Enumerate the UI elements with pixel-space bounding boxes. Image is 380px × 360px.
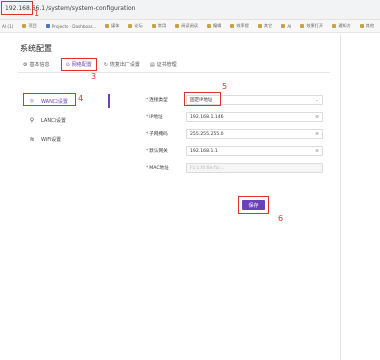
- bookmark-item[interactable]: 媒体: [105, 23, 119, 29]
- folder-icon: [230, 24, 235, 28]
- network-icon: ⊙: [65, 61, 70, 68]
- bookmark-item[interactable]: AI (1): [2, 24, 13, 29]
- tab-label: 证书管理: [156, 62, 177, 68]
- clear-icon[interactable]: ⊗: [315, 149, 319, 154]
- annotation-box-save: [238, 196, 269, 214]
- ip-address-input[interactable]: 192.168.1.146 ⊗: [186, 112, 323, 122]
- nav-item-label: LAN口设置: [41, 118, 67, 124]
- panel-divider: [340, 34, 341, 360]
- browser-address-bar[interactable]: 192.168.66.1/system/system-configuration: [0, 0, 380, 20]
- wifi-icon: ≋: [29, 136, 35, 143]
- bookmark-item[interactable]: 效率提: [230, 23, 249, 29]
- folder-icon: [281, 24, 286, 28]
- form-row-mask: *子网掩码 255.255.255.0 ⊗: [146, 128, 326, 140]
- field-label: *IP地址: [146, 115, 163, 120]
- field-label: *MAC地址: [146, 166, 169, 171]
- annotation-number-6: 6: [278, 214, 284, 223]
- page-icon: [45, 24, 50, 28]
- folder-icon: [151, 24, 156, 28]
- config-tabs: ⚙ 基本信息 ⊙ 网络配置 ↻ 恢复出厂设置 ▤ 证书管理: [20, 58, 184, 71]
- bookmark-item[interactable]: 其它: [257, 23, 272, 29]
- field-label: *子网掩码: [146, 132, 168, 137]
- url-path: /system/system-configuration: [46, 5, 136, 12]
- nav-item-label: WiFi设置: [41, 137, 62, 143]
- form-row-gateway: *默认网关 192.168.1.1 ⊗: [146, 145, 326, 157]
- nav-item-wifi[interactable]: ≋ WiFi设置: [24, 132, 112, 147]
- annotation-box-wan: [23, 93, 76, 106]
- folder-icon: [128, 24, 133, 28]
- annotation-number-5: 5: [222, 82, 228, 91]
- tab-certificates[interactable]: ▤ 证书管理: [147, 58, 180, 71]
- folder-icon: [257, 24, 262, 28]
- bookmark-item[interactable]: 项目: [22, 23, 37, 29]
- bookmark-item[interactable]: Projects · Dashboar...: [45, 24, 96, 29]
- bookmark-item[interactable]: 其他: [359, 23, 374, 29]
- nav-active-indicator: [108, 94, 110, 108]
- lan-icon: ⚲: [29, 117, 35, 124]
- clear-icon[interactable]: ⊗: [315, 132, 319, 137]
- folder-icon: [175, 24, 180, 28]
- tab-basic-info[interactable]: ⚙ 基本信息: [20, 58, 53, 71]
- bookmark-item[interactable]: 论坛: [128, 23, 143, 29]
- annotation-box-connection-type: [184, 92, 221, 106]
- reset-icon: ↻: [103, 61, 108, 68]
- bookmark-item[interactable]: 阅读阅读: [175, 23, 198, 29]
- bookmarks-bar: AI (1) 项目 Projects · Dashboar... 媒体 论坛 常…: [0, 20, 380, 33]
- folder-icon: [105, 24, 110, 28]
- annotation-number-3: 3: [91, 72, 97, 81]
- subnet-mask-input[interactable]: 255.255.255.0 ⊗: [186, 129, 323, 139]
- tab-label: 网络配置: [71, 62, 92, 68]
- folder-icon: [22, 24, 27, 28]
- gear-icon: ⚙: [23, 61, 28, 68]
- chevron-down-icon: ⌄: [315, 98, 319, 103]
- gateway-input[interactable]: 192.168.1.1 ⊗: [186, 146, 323, 156]
- folder-icon: [300, 24, 305, 28]
- bookmark-item[interactable]: 通知方: [332, 23, 351, 29]
- mac-address-input: Fc:c:fd:8e:fa:...: [186, 163, 323, 173]
- tab-network-config[interactable]: ⊙ 网络配置: [60, 58, 97, 71]
- nav-item-lan[interactable]: ⚲ LAN口设置: [24, 113, 112, 128]
- annotation-box-url: [1, 1, 33, 15]
- form-row-connection-type: *连接类型 固定IP地址 ⌄: [146, 92, 326, 106]
- bookmark-item[interactable]: 常用: [151, 23, 166, 29]
- bookmark-item[interactable]: AI: [281, 24, 291, 29]
- field-label: *默认网关: [146, 149, 168, 154]
- field-label: *连接类型: [146, 98, 168, 103]
- tab-label: 基本信息: [29, 62, 50, 68]
- folder-icon: [332, 24, 337, 28]
- certificate-icon: ▤: [149, 61, 155, 68]
- clear-icon[interactable]: ⊗: [315, 115, 319, 120]
- page-title: 系统配置: [20, 44, 52, 53]
- form-row-mac: *MAC地址 Fc:c:fd:8e:fa:...: [146, 162, 326, 174]
- folder-icon: [359, 24, 364, 28]
- bookmark-item[interactable]: 编辑: [206, 23, 221, 29]
- annotation-number-4: 4: [78, 94, 84, 103]
- annotation-number-1: 1: [34, 9, 40, 18]
- folder-icon: [206, 24, 211, 28]
- form-row-ip: *IP地址 192.168.1.146 ⊗: [146, 111, 326, 123]
- tabs-divider: [18, 72, 330, 73]
- bookmark-item[interactable]: 效果打开: [300, 23, 323, 29]
- tab-factory-reset[interactable]: ↻ 恢复出厂设置: [101, 58, 143, 71]
- tab-label: 恢复出厂设置: [109, 62, 140, 68]
